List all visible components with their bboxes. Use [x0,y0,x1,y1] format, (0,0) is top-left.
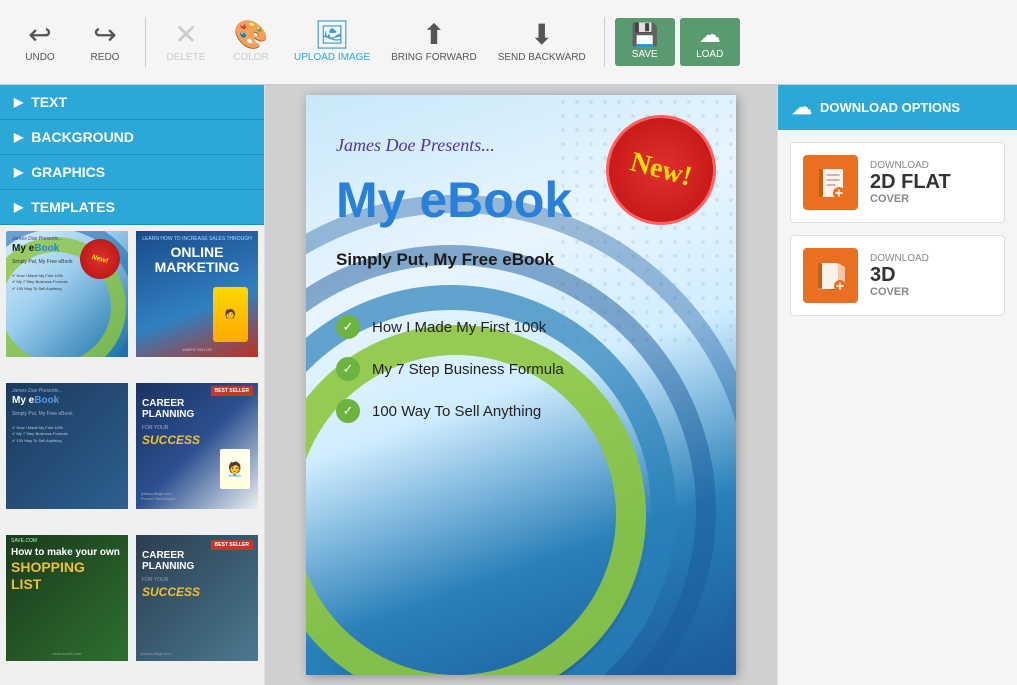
undo-button[interactable]: ↩ UNDO [10,15,70,69]
download-2d-type: 2D FLAT [870,171,951,193]
delete-icon: ✕ [174,21,197,49]
check-icon-2: ✓ [336,357,360,381]
undo-icon: ↩ [28,21,51,49]
sidebar-item-templates[interactable]: ▶ TEMPLATES [0,190,264,225]
check-icon-1: ✓ [336,315,360,339]
redo-button[interactable]: ↪ REDO [75,15,135,69]
template-thumb-4[interactable]: BEST SELLER CAREERPLANNING FOR YOUR SUCC… [134,381,260,511]
download-header: ☁ DOWNLOAD OPTIONS [778,85,1017,130]
graphics-menu-label: GRAPHICS [31,164,105,180]
download-header-label: DOWNLOAD OPTIONS [820,100,960,115]
design-canvas[interactable]: New! James Doe Presents... My eBook Simp… [306,95,736,675]
redo-label: REDO [91,52,120,63]
bullet-list: ✓ How I Made My First 100k ✓ My 7 Step B… [336,315,564,423]
sidebar-item-text[interactable]: ▶ TEXT [0,85,264,120]
load-button[interactable]: ☁ LOAD [680,18,740,66]
bullet-text-3: 100 Way To Sell Anything [372,403,541,420]
template-thumb-1[interactable]: New! James Doe Presents... My eBook Simp… [4,229,130,359]
download-3d-type: 3D [870,264,929,286]
download-2d-card[interactable]: DOWNLOAD 2D FLAT COVER [790,142,1005,223]
title-part2: Book [447,172,572,228]
text-menu-label: TEXT [31,94,67,110]
color-label: Color [233,52,269,63]
sidebar-item-background[interactable]: ▶ BACKGROUND [0,120,264,155]
download-3d-action: DOWNLOAD [870,253,929,264]
delete-label: Delete [167,52,206,63]
ribbon-text: New! [627,148,694,191]
template-thumb-3[interactable]: James Doe Presents... My eBook Simply Pu… [4,381,130,511]
color-icon: 🎨 [234,21,269,49]
bullet-text-1: How I Made My First 100k [372,319,546,336]
subtitle-text[interactable]: Simply Put, My Free eBook [336,250,554,270]
title-text[interactable]: My eBook [336,175,572,225]
download-3d-text: DOWNLOAD 3D COVER [870,253,929,298]
flat-book-svg [811,163,851,203]
separator-2 [604,17,605,67]
bg-menu-label: BACKGROUND [31,129,134,145]
download-3d-icon [803,248,858,303]
template-thumb-5[interactable]: SAVE.COM How to make your ownSHOPPINGLIS… [4,533,130,663]
bring-forward-button[interactable]: ⬆ Bring Forward [383,15,485,69]
load-icon: ☁ [699,24,721,46]
template-thumb-6[interactable]: BEST SELLER CAREERPLANNING FOR YOUR SUCC… [134,533,260,663]
text-arrow-icon: ▶ [14,95,23,109]
delete-button[interactable]: ✕ Delete [156,15,216,69]
upload-image-button[interactable]: 🖼 Upload Image [286,15,378,69]
send-backward-label: Send Backward [498,52,586,63]
main-layout: ▶ TEXT ▶ BACKGROUND ▶ GRAPHICS ▶ TEMPLAT… [0,85,1017,685]
bring-forward-icon: ⬆ [422,21,445,49]
download-2d-text: DOWNLOAD 2D FLAT COVER [870,160,951,205]
sidebar-item-graphics[interactable]: ▶ GRAPHICS [0,155,264,190]
save-label: SAVE [632,49,658,60]
bullet-item-2[interactable]: ✓ My 7 Step Business Formula [336,357,564,381]
title-part1: My e [336,172,447,228]
redo-icon: ↪ [93,21,116,49]
presenter-text[interactable]: James Doe Presents... [336,135,495,156]
download-header-icon: ☁ [792,95,812,120]
bullet-item-1[interactable]: ✓ How I Made My First 100k [336,315,564,339]
color-button[interactable]: 🎨 Color [221,15,281,69]
new-ribbon: New! [606,115,726,235]
toolbar: ↩ UNDO ↪ REDO ✕ Delete 🎨 Color 🖼 Upload … [0,0,1017,85]
send-backward-icon: ⬇ [530,21,553,49]
send-backward-button[interactable]: ⬇ Send Backward [490,15,594,69]
upload-icon: 🖼 [314,21,350,49]
download-options: DOWNLOAD 2D FLAT COVER [778,130,1017,328]
load-label: LOAD [696,49,723,60]
bullet-text-2: My 7 Step Business Formula [372,361,564,378]
bring-forward-label: Bring Forward [391,52,477,63]
download-2d-icon [803,155,858,210]
upload-label: Upload Image [294,52,370,63]
3d-book-svg [811,256,851,296]
undo-label: UNDO [25,52,54,63]
bg-arrow-icon: ▶ [14,130,23,144]
templates-menu-label: TEMPLATES [31,199,115,215]
sidebar: ▶ TEXT ▶ BACKGROUND ▶ GRAPHICS ▶ TEMPLAT… [0,85,265,685]
graphics-arrow-icon: ▶ [14,165,23,179]
templates-arrow-icon: ▶ [14,200,23,214]
separator-1 [145,17,146,67]
template-grid: New! James Doe Presents... My eBook Simp… [0,225,264,685]
check-icon-3: ✓ [336,399,360,423]
template-thumb-2[interactable]: LEARN HOW TO INCREASE SALES THROUGH ONLI… [134,229,260,359]
right-panel: ☁ DOWNLOAD OPTIONS DOWNLOAD [777,85,1017,685]
canvas-area: New! James Doe Presents... My eBook Simp… [265,85,777,685]
download-2d-action: DOWNLOAD [870,160,951,171]
download-3d-card[interactable]: DOWNLOAD 3D COVER [790,235,1005,316]
save-button[interactable]: 💾 SAVE [615,18,675,66]
bullet-item-3[interactable]: ✓ 100 Way To Sell Anything [336,399,564,423]
download-3d-subtype: COVER [870,286,929,298]
download-2d-subtype: COVER [870,193,951,205]
save-icon: 💾 [631,24,658,46]
